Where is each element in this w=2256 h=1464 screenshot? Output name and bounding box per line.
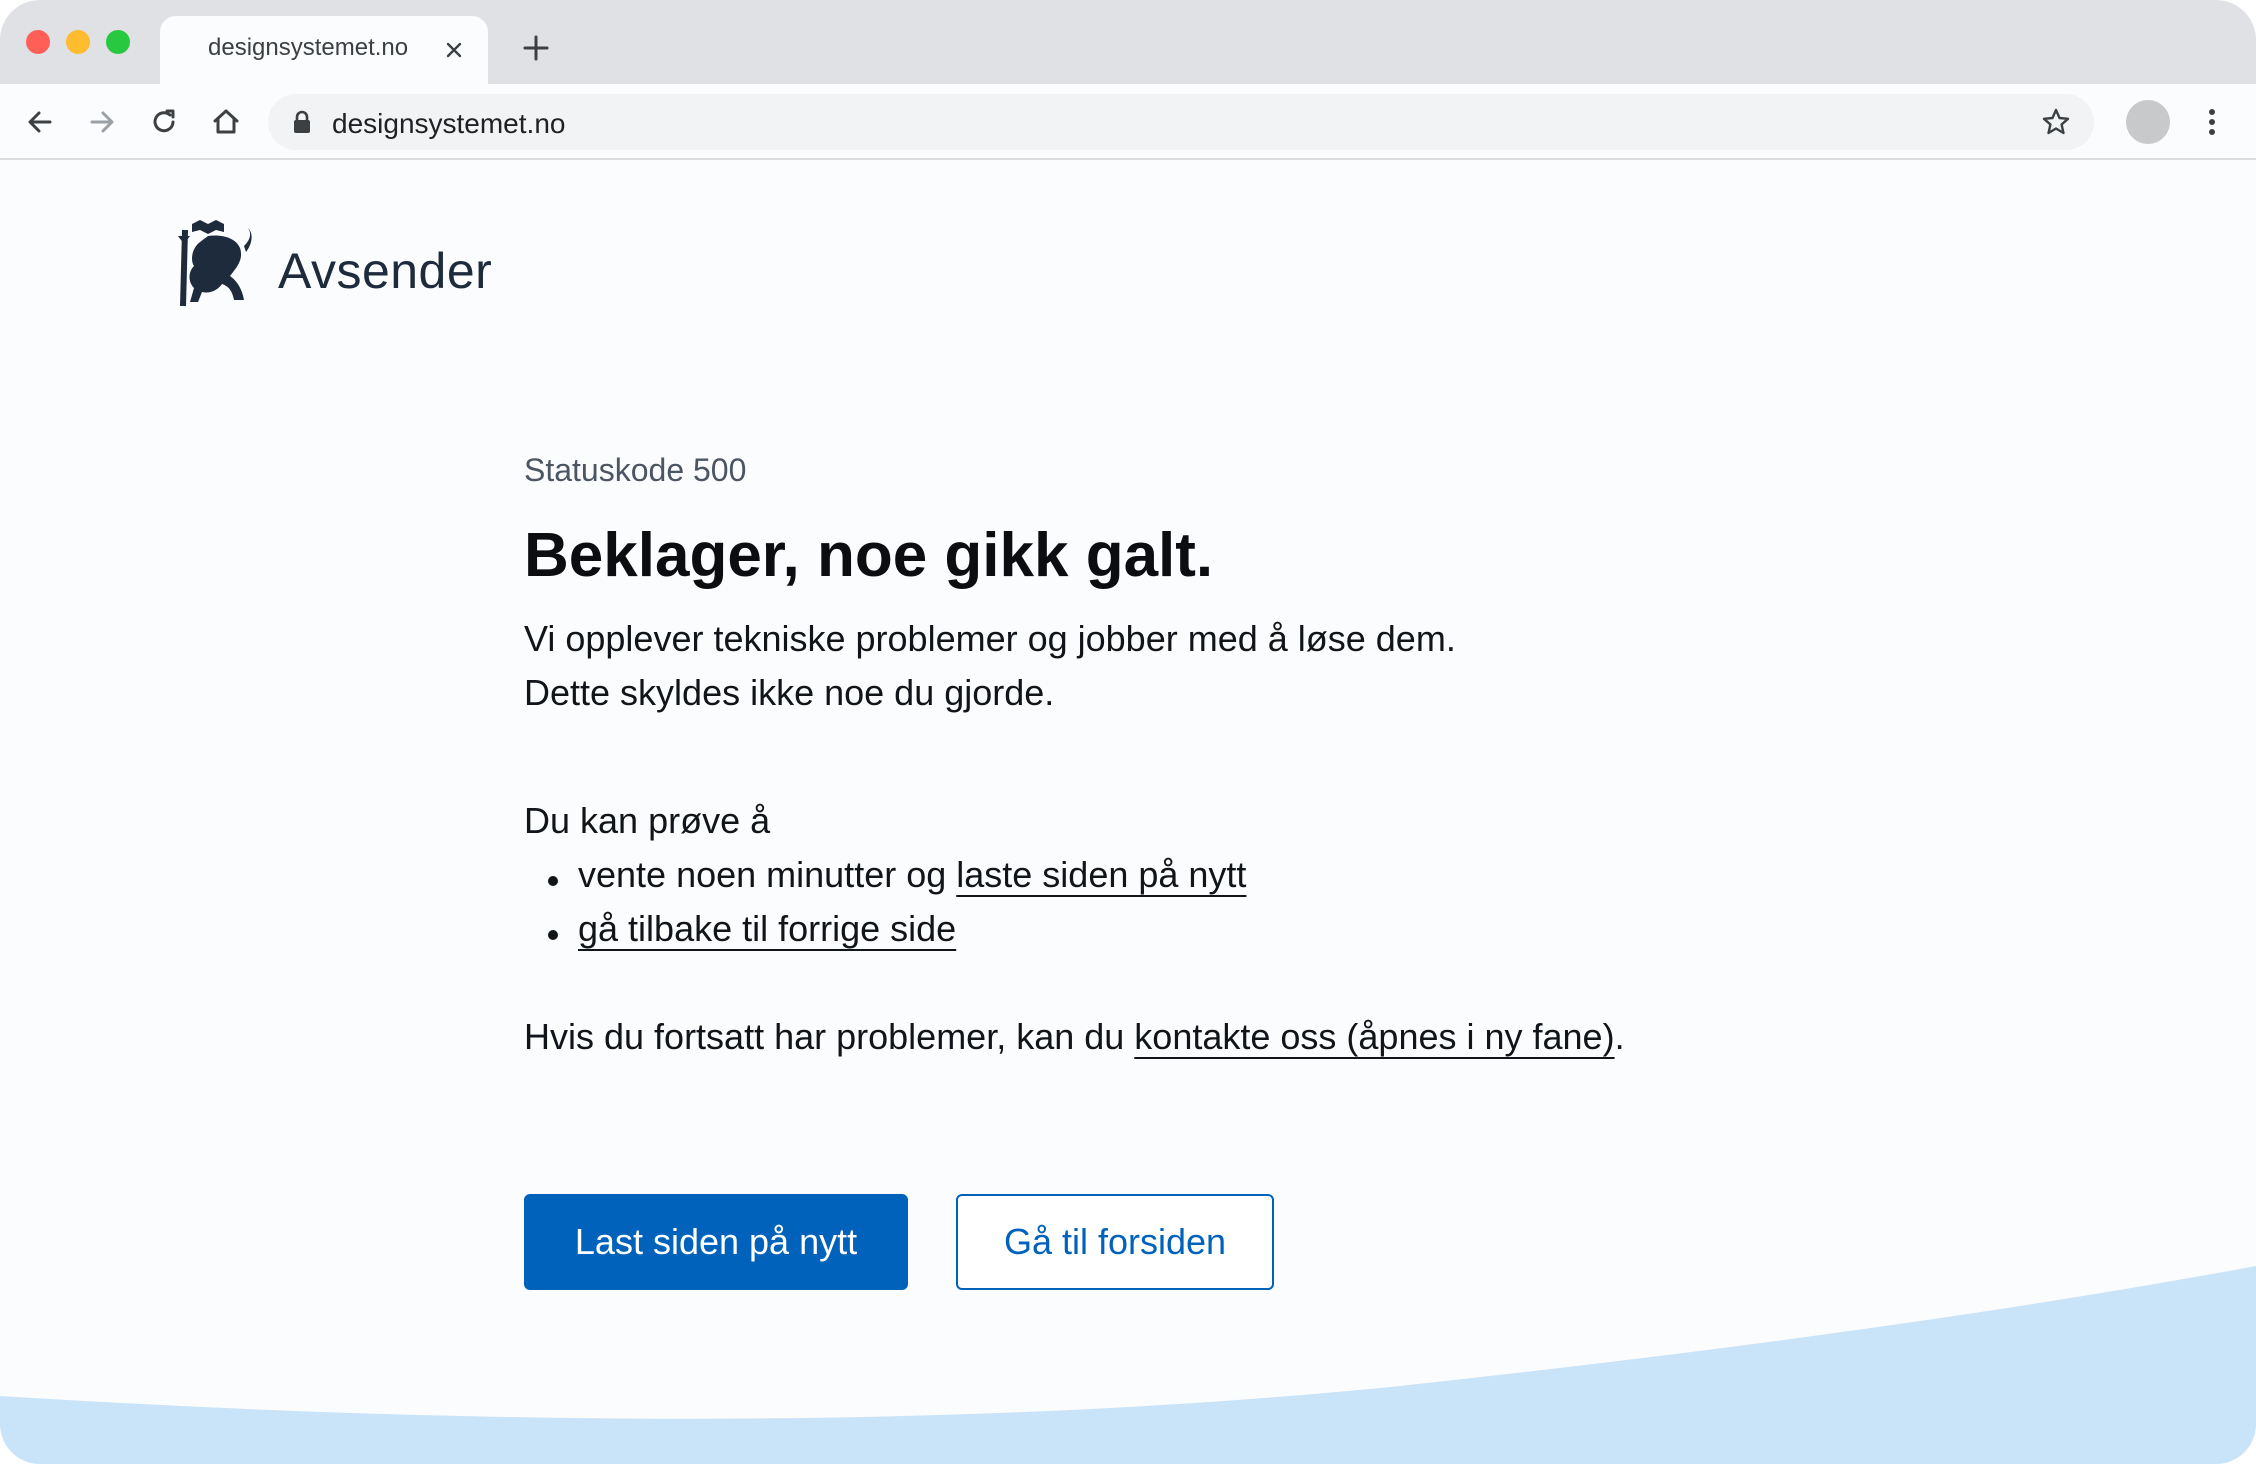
go-to-home-button[interactable]: Gå til forsiden — [956, 1194, 1274, 1290]
page-title: Beklager, noe gikk galt. — [524, 521, 1214, 590]
minimize-window-button[interactable] — [66, 30, 90, 54]
suggestions-list: vente noen minutter og laste siden på ny… — [548, 854, 1246, 962]
close-icon[interactable] — [442, 38, 466, 62]
contact-paragraph: Hvis du fortsatt har problemer, kan du k… — [524, 1016, 1625, 1058]
error-description-line-2: Dette skyldes ikke noe du gjorde. — [524, 672, 1055, 713]
status-code: Statuskode 500 — [524, 452, 747, 488]
brand-name: Avsender — [278, 243, 493, 299]
address-bar[interactable]: designsystemet.no — [268, 94, 2094, 150]
close-window-button[interactable] — [26, 30, 50, 54]
arrow-left-icon[interactable] — [24, 106, 56, 138]
suggestions-intro: Du kan prøve å — [524, 800, 771, 841]
star-icon[interactable] — [2040, 106, 2072, 138]
list-item-text: vente noen minutter og — [578, 854, 957, 895]
error-description-line-1: Vi opplever tekniske problemer og jobber… — [524, 618, 1456, 659]
plus-icon[interactable] — [520, 32, 552, 64]
reload-link[interactable]: laste siden på nytt — [956, 854, 1246, 895]
home-icon[interactable] — [210, 106, 242, 138]
browser-toolbar: designsystemet.no — [0, 84, 2256, 160]
reload-page-button[interactable]: Last siden på nytt — [524, 1194, 908, 1290]
list-item: gå tilbake til forrige side — [548, 908, 1246, 962]
contact-link[interactable]: kontakte oss (åpnes i ny fane) — [1134, 1016, 1614, 1057]
browser-window: designsystemet.no designsystemet.no Avse… — [0, 0, 2256, 1464]
browser-tab[interactable]: designsystemet.no — [160, 16, 488, 84]
page-content: Avsender Statuskode 500 Beklager, noe gi… — [0, 160, 2256, 1464]
url-text: designsystemet.no — [332, 108, 566, 139]
avatar[interactable] — [2126, 100, 2170, 144]
tab-title: designsystemet.no — [208, 34, 409, 61]
arrow-right-icon[interactable] — [86, 106, 118, 138]
list-item: vente noen minutter og laste siden på ny… — [548, 854, 1246, 908]
lock-icon — [294, 110, 310, 133]
kebab-menu-icon[interactable] — [2200, 106, 2224, 138]
contact-end: . — [1614, 1016, 1625, 1057]
maximize-window-button[interactable] — [106, 30, 130, 54]
go-back-link[interactable]: gå tilbake til forrige side — [578, 908, 956, 949]
tab-strip: designsystemet.no — [0, 0, 2256, 84]
norwegian-lion-coat-of-arms — [178, 220, 252, 306]
contact-text: Hvis du fortsatt har problemer, kan du — [524, 1016, 1135, 1057]
reload-icon[interactable] — [148, 106, 180, 138]
